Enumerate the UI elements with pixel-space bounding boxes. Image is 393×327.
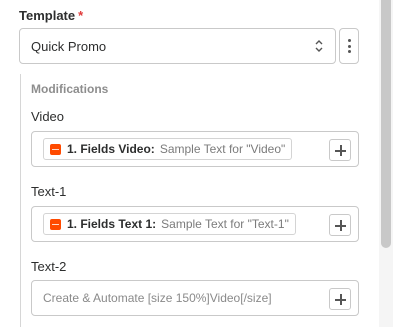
kebab-dot [347, 39, 351, 42]
app-logo-icon [50, 218, 61, 230]
text1-pill-value: Sample Text for "Text-1" [161, 217, 289, 231]
text1-plus-button[interactable] [329, 214, 351, 236]
template-select[interactable]: Quick Promo [19, 28, 336, 64]
modifications-divider [20, 74, 21, 327]
text2-field-label: Text-2 [31, 259, 67, 274]
text1-field-label: Text-1 [31, 184, 67, 199]
chevron-up-down-icon [315, 40, 323, 52]
app-logo-icon [50, 143, 61, 155]
kebab-dot [347, 44, 351, 48]
kebab-menu-button[interactable] [339, 28, 359, 64]
video-pill-value: Sample Text for "Video" [159, 142, 286, 156]
scrollbar-thumb[interactable] [381, 0, 391, 248]
text1-mapped-field-pill[interactable]: 1. Fields Text 1: Sample Text for "Text-… [43, 213, 296, 235]
video-field-label: Video [31, 109, 65, 124]
modifications-label: Modifications [31, 82, 109, 96]
video-field[interactable]: 1. Fields Video: Sample Text for "Video" [31, 131, 359, 167]
template-select-value: Quick Promo [31, 38, 107, 54]
video-pill-key: 1. Fields Video: [67, 142, 155, 156]
text1-field[interactable]: 1. Fields Text 1: Sample Text for "Text-… [31, 206, 359, 242]
template-label-text: Template [19, 8, 76, 23]
video-mapped-field-pill[interactable]: 1. Fields Video: Sample Text for "Video" [43, 138, 293, 160]
video-plus-button[interactable] [329, 139, 351, 161]
text2-plus-button[interactable] [329, 288, 351, 310]
text2-field-value: Create & Automate [size 150%]Video[/size… [43, 291, 272, 305]
kebab-dot [347, 50, 351, 53]
text1-pill-key: 1. Fields Text 1: [67, 217, 157, 231]
text2-field[interactable]: Create & Automate [size 150%]Video[/size… [31, 280, 359, 316]
template-label: Template * [19, 8, 83, 23]
required-mark: * [78, 8, 84, 23]
